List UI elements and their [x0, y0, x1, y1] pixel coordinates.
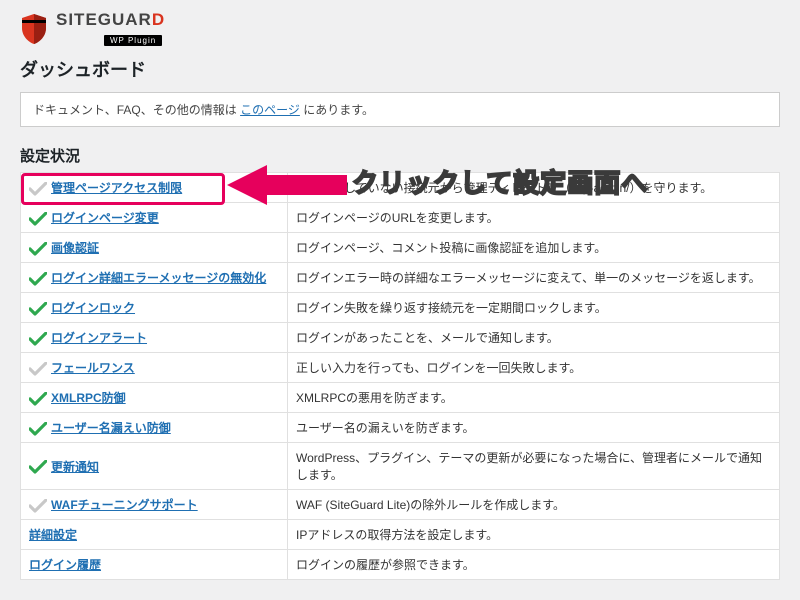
status-check-icon — [29, 242, 47, 256]
settings-row-link[interactable]: ログインロック — [51, 301, 135, 315]
settings-row-desc: ログインエラー時の詳細なエラーメッセージに変えて、単一のメッセージを返します。 — [288, 263, 780, 293]
settings-row-desc: XMLRPCの悪用を防ぎます。 — [288, 383, 780, 413]
status-check-icon — [29, 182, 47, 196]
settings-row: 管理ページアクセス制限 ログインしていない接続元から管理ディレクトリ（/wp-ad… — [21, 173, 780, 203]
notice-text-before: ドキュメント、FAQ、その他の情報は — [33, 103, 240, 117]
settings-row-desc: WordPress、プラグイン、テーマの更新が必要になった場合に、管理者にメール… — [288, 443, 780, 490]
settings-row-link[interactable]: ユーザー名漏えい防御 — [51, 421, 171, 435]
notice-text-after: にあります。 — [300, 103, 374, 117]
settings-row: ログイン詳細エラーメッセージの無効化 ログインエラー時の詳細なエラーメッセージに変… — [21, 263, 780, 293]
status-check-icon — [29, 212, 47, 226]
settings-row-link[interactable]: XMLRPC防御 — [51, 391, 126, 405]
settings-row-link[interactable]: 更新通知 — [51, 460, 99, 474]
settings-row: XMLRPC防御 XMLRPCの悪用を防ぎます。 — [21, 383, 780, 413]
settings-row-link[interactable]: ログインアラート — [51, 331, 147, 345]
settings-row: フェールワンス 正しい入力を行っても、ログインを一回失敗します。 — [21, 353, 780, 383]
status-check-icon — [29, 392, 47, 406]
settings-row-link[interactable]: ログイン詳細エラーメッセージの無効化 — [51, 271, 266, 285]
settings-row-desc: 正しい入力を行っても、ログインを一回失敗します。 — [288, 353, 780, 383]
settings-row-link[interactable]: ログインページ変更 — [51, 211, 159, 225]
settings-row: WAFチューニングサポート WAF (SiteGuard Lite)の除外ルールを… — [21, 490, 780, 520]
settings-row: ログインアラート ログインがあったことを、メールで通知します。 — [21, 323, 780, 353]
status-check-icon — [29, 362, 47, 376]
status-check-icon — [29, 499, 47, 513]
settings-row-desc: ログイン失敗を繰り返す接続元を一定期間ロックします。 — [288, 293, 780, 323]
brand-title: SITEGUARD — [56, 10, 165, 29]
plugin-brand: SITEGUARD WP Plugin — [20, 10, 780, 48]
settings-row-desc: WAF (SiteGuard Lite)の除外ルールを作成します。 — [288, 490, 780, 520]
info-notice: ドキュメント、FAQ、その他の情報は このページ にあります。 — [20, 92, 780, 127]
settings-status-heading: 設定状況 — [20, 145, 780, 166]
settings-row: ログインページ変更 ログインページのURLを変更します。 — [21, 203, 780, 233]
settings-table: 管理ページアクセス制限 ログインしていない接続元から管理ディレクトリ（/wp-ad… — [20, 172, 780, 580]
status-check-icon — [29, 460, 47, 474]
settings-row-link[interactable]: ログイン履歴 — [29, 558, 101, 572]
settings-row-desc: ログインの履歴が参照できます。 — [288, 550, 780, 580]
notice-link[interactable]: このページ — [240, 103, 300, 117]
page-title: ダッシュボード — [20, 56, 780, 82]
settings-row-desc: IPアドレスの取得方法を設定します。 — [288, 520, 780, 550]
settings-row-desc: ログインページのURLを変更します。 — [288, 203, 780, 233]
settings-row-desc: ログインしていない接続元から管理ディレクトリ（/wp-admin/）を守ります。 — [288, 173, 780, 203]
settings-row-link[interactable]: 画像認証 — [51, 241, 99, 255]
shield-icon — [20, 13, 48, 45]
status-check-icon — [29, 422, 47, 436]
status-check-icon — [29, 272, 47, 286]
settings-row: 画像認証 ログインページ、コメント投稿に画像認証を追加します。 — [21, 233, 780, 263]
settings-row: 詳細設定 IPアドレスの取得方法を設定します。 — [21, 520, 780, 550]
settings-row-desc: ユーザー名の漏えいを防ぎます。 — [288, 413, 780, 443]
settings-row-desc: ログインページ、コメント投稿に画像認証を追加します。 — [288, 233, 780, 263]
settings-row-link[interactable]: フェールワンス — [51, 361, 135, 375]
settings-row: ログイン履歴 ログインの履歴が参照できます。 — [21, 550, 780, 580]
settings-row: ユーザー名漏えい防御 ユーザー名の漏えいを防ぎます。 — [21, 413, 780, 443]
brand-subtitle: WP Plugin — [104, 35, 162, 46]
status-check-icon — [29, 302, 47, 316]
settings-row-desc: ログインがあったことを、メールで通知します。 — [288, 323, 780, 353]
settings-row-link[interactable]: 管理ページアクセス制限 — [51, 181, 182, 195]
status-check-icon — [29, 332, 47, 346]
settings-row: ログインロック ログイン失敗を繰り返す接続元を一定期間ロックします。 — [21, 293, 780, 323]
settings-row: 更新通知 WordPress、プラグイン、テーマの更新が必要になった場合に、管理者… — [21, 443, 780, 490]
settings-row-link[interactable]: 詳細設定 — [29, 528, 77, 542]
settings-row-link[interactable]: WAFチューニングサポート — [51, 498, 198, 512]
